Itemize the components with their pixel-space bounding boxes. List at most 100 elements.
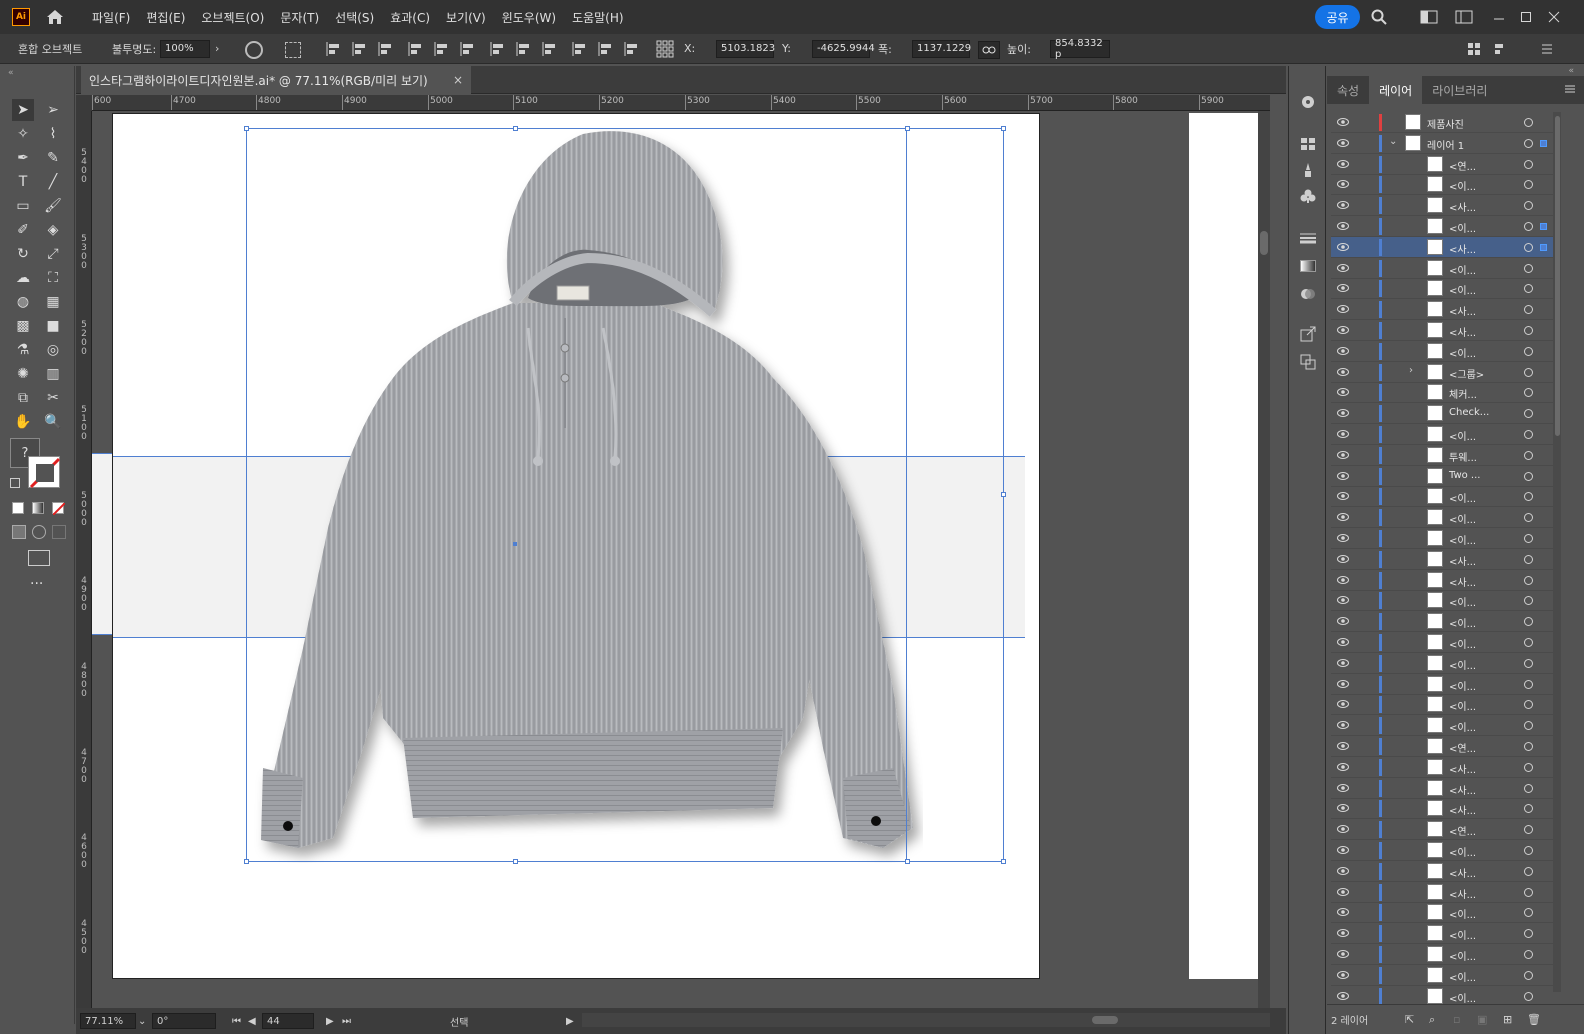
eye-icon[interactable]	[1337, 720, 1349, 730]
align-vcenter-icon[interactable]	[434, 41, 450, 57]
symbol-sprayer-tool-icon[interactable]: ✺	[12, 363, 34, 385]
target-icon[interactable]	[1524, 367, 1533, 377]
panel-menu-icon[interactable]	[1540, 42, 1554, 56]
layer-name[interactable]: <이...	[1449, 990, 1476, 1005]
eye-icon[interactable]	[1337, 304, 1349, 314]
eye-icon[interactable]	[1337, 679, 1349, 689]
hand-tool-icon[interactable]: ✋	[12, 411, 34, 433]
handle-middle-right[interactable]	[1001, 492, 1006, 497]
distribute-vcenter-icon[interactable]	[516, 41, 532, 57]
zoom-field[interactable]: 77.11%	[80, 1013, 136, 1029]
blend-tool-icon[interactable]: ◎	[42, 339, 64, 361]
target-icon[interactable]	[1524, 180, 1533, 190]
layers-scroll-thumb[interactable]	[1555, 116, 1560, 436]
layer-name[interactable]: <이...	[1449, 948, 1476, 963]
layer-name[interactable]: <사...	[1449, 303, 1476, 318]
none-mode-icon[interactable]	[52, 502, 66, 516]
export-layer-icon[interactable]: ⇱	[1405, 1013, 1414, 1026]
layer-row[interactable]: <이...	[1331, 923, 1556, 945]
collapse-tools-icon[interactable]: «	[8, 68, 14, 78]
transparency-icon[interactable]	[1298, 284, 1318, 304]
column-graph-tool-icon[interactable]: ▥	[42, 363, 64, 385]
layer-name[interactable]: <사...	[1449, 574, 1476, 589]
search-icon[interactable]	[1370, 8, 1388, 26]
eye-icon[interactable]	[1337, 346, 1349, 356]
share-button[interactable]: 공유	[1315, 5, 1360, 29]
target-icon[interactable]	[1524, 471, 1533, 481]
first-artboard-icon[interactable]: ⏮	[232, 1016, 241, 1027]
menu-item-7[interactable]: 윈도우(W)	[494, 9, 564, 26]
screen-mode-icon[interactable]	[28, 550, 50, 566]
collapse-panel-icon[interactable]: «	[1568, 66, 1574, 76]
eye-icon[interactable]	[1337, 387, 1349, 397]
chevron-right-icon[interactable]: ›	[1409, 365, 1413, 376]
x-input[interactable]: 5103.1823	[716, 39, 775, 58]
menu-item-3[interactable]: 문자(T)	[272, 9, 327, 26]
layer-name[interactable]: <이...	[1449, 698, 1476, 713]
rotate-tool-icon[interactable]: ↻	[12, 243, 34, 265]
layer-name[interactable]: <이...	[1449, 927, 1476, 942]
perspective-tool-icon[interactable]: ▦	[42, 291, 64, 313]
layer-name[interactable]: <연...	[1449, 158, 1476, 173]
layer-name[interactable]: <이...	[1449, 594, 1476, 609]
lasso-tool-icon[interactable]: ⌇	[42, 123, 64, 145]
layer-row[interactable]: <이...	[1331, 278, 1556, 300]
layer-row[interactable]: <이...	[1331, 944, 1556, 965]
layer-row[interactable]: <연...	[1331, 154, 1556, 175]
default-colors-icon[interactable]	[10, 478, 20, 488]
eye-icon[interactable]	[1337, 117, 1349, 127]
hscroll-thumb[interactable]	[1092, 1016, 1118, 1024]
panel-tab-2[interactable]: 라이브러리	[1422, 76, 1497, 104]
eye-icon[interactable]	[1337, 200, 1349, 210]
layers-menu-icon[interactable]	[1564, 84, 1576, 97]
target-icon[interactable]	[1524, 159, 1533, 169]
menu-item-0[interactable]: 파일(F)	[84, 9, 138, 26]
canvas[interactable]	[92, 111, 1270, 1008]
shaper-tool-icon[interactable]: ✐	[12, 219, 34, 241]
layer-name[interactable]: <이...	[1449, 428, 1476, 443]
target-icon[interactable]	[1524, 305, 1533, 315]
layer-row[interactable]: <사...	[1331, 236, 1556, 258]
layer-row[interactable]: Check...	[1331, 403, 1556, 425]
layer-name[interactable]: <이...	[1449, 511, 1476, 526]
layer-name[interactable]: <이...	[1449, 906, 1476, 921]
target-icon[interactable]	[1524, 430, 1533, 439]
panel-tab-1[interactable]: 레이어	[1369, 76, 1423, 104]
layer-name[interactable]: <사...	[1449, 886, 1476, 901]
layer-name[interactable]: <이...	[1449, 657, 1476, 672]
warp-tool-icon[interactable]: ☁	[12, 267, 34, 289]
layer-row[interactable]: 제품사진	[1331, 112, 1556, 133]
layer-name[interactable]: <이...	[1449, 719, 1476, 734]
paintbrush-tool-icon[interactable]: 🖌	[42, 195, 64, 217]
layer-name[interactable]: <사...	[1449, 761, 1476, 776]
layer-name[interactable]: <이...	[1449, 615, 1476, 630]
draw-inside-icon[interactable]	[52, 525, 66, 539]
target-icon[interactable]	[1524, 887, 1533, 897]
brushes-icon[interactable]	[1298, 160, 1318, 180]
eye-icon[interactable]	[1337, 263, 1349, 273]
target-icon[interactable]	[1524, 617, 1533, 627]
arrange-icon[interactable]	[1467, 42, 1481, 56]
distribute-icon[interactable]	[1494, 42, 1510, 56]
layer-row[interactable]: <이...	[1331, 715, 1556, 737]
menu-item-4[interactable]: 선택(S)	[327, 9, 382, 26]
delete-layer-icon[interactable]: 🗑	[1527, 1013, 1541, 1026]
layer-row[interactable]: <이...	[1331, 341, 1556, 362]
target-icon[interactable]	[1524, 596, 1533, 606]
target-icon[interactable]	[1524, 679, 1533, 689]
eye-icon[interactable]	[1337, 803, 1349, 813]
draw-behind-icon[interactable]	[32, 525, 46, 539]
eye-icon[interactable]	[1337, 554, 1349, 564]
target-icon[interactable]	[1524, 825, 1533, 835]
target-icon[interactable]	[1524, 970, 1533, 980]
line-tool-icon[interactable]: ╱	[42, 171, 64, 193]
align-right-icon[interactable]	[378, 41, 394, 57]
eye-icon[interactable]	[1337, 408, 1349, 418]
transform-reference-icon[interactable]	[285, 42, 301, 58]
eye-icon[interactable]	[1337, 783, 1349, 793]
layer-name[interactable]: <이...	[1449, 282, 1476, 297]
eye-icon[interactable]	[1337, 179, 1349, 189]
eye-icon[interactable]	[1337, 928, 1349, 938]
chevron-down-icon[interactable]: ⌄	[1389, 136, 1397, 147]
target-icon[interactable]	[1524, 783, 1533, 793]
